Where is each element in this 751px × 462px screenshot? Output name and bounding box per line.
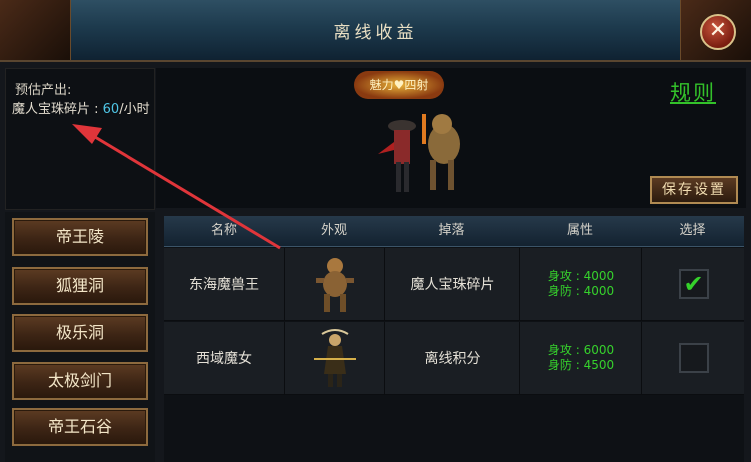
select-checkbox[interactable]: ✔ xyxy=(678,269,709,299)
monster-attributes: 身攻 : 4000 身防 : 4000 xyxy=(519,248,642,320)
monster-attributes: 身攻 : 6000 身防 : 4500 xyxy=(519,322,642,394)
header-attributes: 属性 xyxy=(566,223,593,238)
monster-appearance xyxy=(284,322,385,394)
monster-name: 东海魔兽王 xyxy=(189,277,259,293)
map-button-hulidong[interactable]: 狐狸洞 xyxy=(12,267,148,305)
table-row: 西域魔女 离线积分 身攻 : 6000 身防 : 4500 xyxy=(164,322,744,395)
map-button-diwangshigu[interactable]: 帝王石谷 xyxy=(12,408,148,446)
offline-earnings-window: 离线收益 ✕ 预估产出: 魔人宝珠碎片 : 60/小时 魅力♥四射 规则 保存设… xyxy=(0,0,751,462)
header-name: 名称 xyxy=(210,223,237,238)
estimate-rate-value: 60 xyxy=(102,102,120,117)
battle-scene-image xyxy=(378,114,460,192)
monster-drop: 魔人宝珠碎片 xyxy=(384,248,520,320)
table-row: 东海魔兽王 魔人宝珠碎片 身攻 : 4000 身防 : 4000 ✔ xyxy=(164,248,744,321)
title-bar: 离线收益 ✕ xyxy=(0,0,751,62)
map-button-diwangling[interactable]: 帝王陵 xyxy=(12,218,148,256)
estimate-value: 魔人宝珠碎片 : 60/小时 xyxy=(12,103,150,117)
select-cell xyxy=(641,322,745,394)
close-icon: ✕ xyxy=(708,18,728,43)
table-header: 名称 外观 掉落 属性 选择 xyxy=(164,216,744,247)
save-settings-button[interactable]: 保存设置 xyxy=(650,176,738,204)
estimate-rate-unit: /小时 xyxy=(119,102,150,117)
select-cell: ✔ xyxy=(641,248,745,320)
rules-link[interactable]: 规则 xyxy=(670,77,716,107)
monster-drop: 离线积分 xyxy=(384,322,520,394)
select-checkbox[interactable] xyxy=(678,343,709,373)
monster-table: 名称 外观 掉落 属性 选择 东海魔兽王 魔人宝珠碎片 身攻: 4000 身防… xyxy=(164,216,744,462)
attack-stat: 身攻 : 6000 xyxy=(547,343,615,357)
map-list: 帝王陵 狐狸洞 极乐洞 太极剑门 帝王石谷 xyxy=(5,212,155,462)
header-drop: 掉落 xyxy=(438,223,465,238)
close-button[interactable]: ✕ xyxy=(700,14,736,50)
beast-king-image xyxy=(316,258,354,312)
map-button-taijijianmen[interactable]: 太极剑门 xyxy=(12,362,148,400)
defense-stat: 身防 : 4500 xyxy=(547,358,615,372)
header-appearance: 外观 xyxy=(320,223,347,238)
estimate-panel: 预估产出: 魔人宝珠碎片 : 60/小时 xyxy=(5,68,155,210)
map-button-jiledong[interactable]: 极乐洞 xyxy=(12,314,148,352)
defense-stat: 身防 : 4000 xyxy=(547,284,615,298)
estimate-label: 预估产出: xyxy=(15,83,72,98)
checkmark-icon: ✔ xyxy=(683,270,704,298)
monster-name: 西域魔女 xyxy=(196,351,252,367)
monster-appearance xyxy=(284,248,385,320)
header-select: 选择 xyxy=(679,223,706,238)
monster-preview-panel: 魅力♥四射 规则 保存设置 xyxy=(156,68,746,208)
estimate-item-name: 魔人宝珠碎片 : xyxy=(12,102,103,117)
western-witch-image xyxy=(314,329,356,387)
attack-stat: 身攻 : 4000 xyxy=(547,269,615,283)
charm-badge: 魅力♥四射 xyxy=(354,71,444,99)
window-title: 离线收益 xyxy=(333,23,418,43)
